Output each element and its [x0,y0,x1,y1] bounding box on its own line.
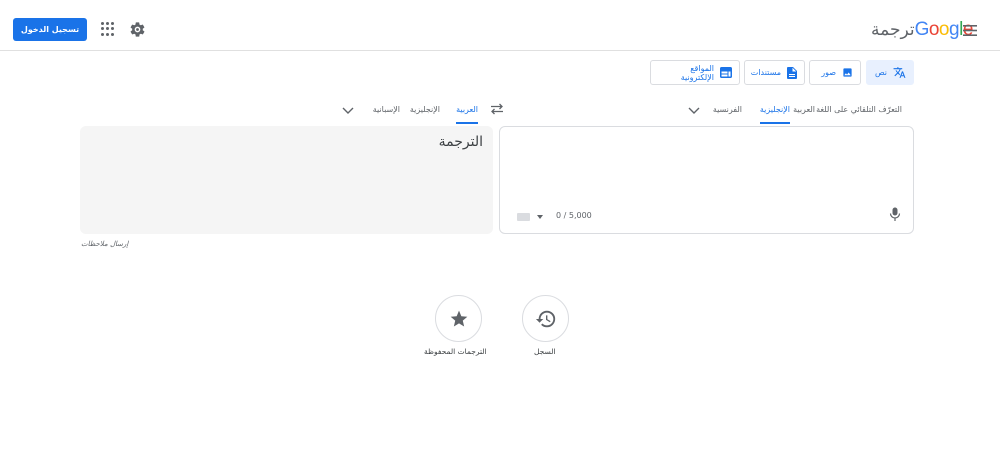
translation-placeholder: الترجمة [438,134,483,150]
tab-text-label: نص [874,68,887,77]
source-language-bar: التعرّف التلقائي على اللغة العربية الإنج… [680,97,910,124]
product-name: ترجمة [871,20,915,39]
source-lang-english[interactable]: الإنجليزية [759,97,790,124]
sign-in-button[interactable]: تسجيل الدخول [13,18,87,41]
google-translate-logo[interactable]: Google ترجمة [871,18,973,42]
settings-gear-icon[interactable] [129,21,146,38]
history-icon [535,310,555,327]
tab-documents-label: مستندات [750,68,781,77]
main-menu-icon[interactable] [963,25,977,36]
tab-images[interactable]: صور [809,60,861,85]
history-button[interactable] [522,295,569,342]
tab-text[interactable]: نص [866,60,914,85]
source-more-languages-chevron-icon[interactable] [688,105,700,115]
character-counter: 0 / 5,000 [556,211,592,220]
source-lang-detect[interactable]: التعرّف التلقائي على اللغة [816,97,902,124]
source-text-area[interactable]: 0 / 5,000 [499,126,914,234]
tab-documents[interactable]: مستندات [744,60,805,85]
target-more-languages-chevron-icon[interactable] [342,105,354,115]
history-label: السجل [534,347,556,356]
translate-icon [893,67,906,78]
microphone-icon[interactable] [889,207,901,221]
top-bar: تسجيل الدخول Google ترجمة [0,0,1000,51]
document-icon [787,66,797,79]
target-language-bar: العربية الإنجليزية الإسبانية [340,97,480,124]
tab-images-label: صور [821,68,836,77]
keyboard-dropdown-icon[interactable] [537,215,543,219]
target-lang-spanish[interactable]: الإسبانية [373,97,400,124]
tab-websites[interactable]: المواقع الإلكترونية [650,60,740,85]
translation-output-area: الترجمة [80,126,493,234]
swap-languages-icon[interactable] [490,103,504,115]
image-icon [843,68,852,77]
star-icon [450,310,467,326]
web-icon [720,67,732,78]
source-lang-arabic[interactable]: العربية [793,97,815,124]
target-lang-arabic[interactable]: العربية [456,97,478,124]
apps-grid-icon[interactable] [101,22,115,36]
saved-translations-button[interactable] [435,295,482,342]
source-lang-french[interactable]: الفرنسية [713,97,742,124]
tab-websites-label: المواقع الإلكترونية [680,63,714,82]
target-lang-english[interactable]: الإنجليزية [410,97,440,124]
saved-translations-label: الترجمات المحفوظة [424,347,487,356]
send-feedback-link[interactable]: إرسال ملاحظات [81,240,128,248]
keyboard-icon[interactable] [517,213,530,221]
